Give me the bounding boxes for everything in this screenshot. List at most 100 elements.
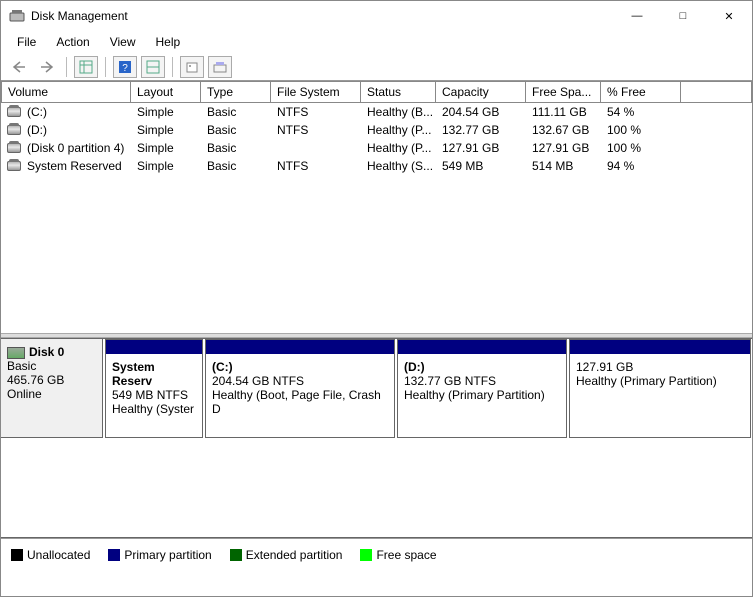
legend-primary: Primary partition [124, 548, 211, 562]
help-icon[interactable]: ? [113, 56, 137, 78]
swatch-extended [230, 549, 242, 561]
disk-icon [7, 347, 25, 359]
toolbar-settings-icon[interactable] [208, 56, 232, 78]
col-layout[interactable]: Layout [131, 81, 201, 103]
drive-icon [7, 161, 21, 171]
disk-state: Online [7, 387, 96, 401]
menu-file[interactable]: File [7, 33, 46, 51]
cell-layout: Simple [131, 141, 201, 155]
partition-name: (C:) [212, 360, 388, 374]
cell-pct: 100 % [601, 123, 681, 137]
col-pctfree[interactable]: % Free [601, 81, 681, 103]
col-capacity[interactable]: Capacity [436, 81, 526, 103]
cell-fs: NTFS [271, 159, 361, 173]
table-row[interactable]: System ReservedSimpleBasicNTFSHealthy (S… [1, 157, 752, 175]
col-volume[interactable]: Volume [1, 81, 131, 103]
disk-map: Disk 0 Basic 465.76 GB Online System Res… [1, 338, 752, 538]
cell-type: Basic [201, 105, 271, 119]
drive-icon [7, 107, 21, 117]
table-row[interactable]: (Disk 0 partition 4)SimpleBasic Healthy (… [1, 139, 752, 157]
partition-size: 127.91 GB [576, 360, 744, 374]
table-row[interactable]: (D:)SimpleBasicNTFSHealthy (P...132.77 G… [1, 121, 752, 139]
cell-name: (Disk 0 partition 4) [1, 141, 131, 155]
partition-status: Healthy (Primary Partition) [404, 388, 560, 402]
cell-type: Basic [201, 123, 271, 137]
swatch-free [360, 549, 372, 561]
partition-bar [106, 340, 202, 354]
legend-free: Free space [376, 548, 436, 562]
partition[interactable]: (D:)132.77 GB NTFSHealthy (Primary Parti… [397, 339, 567, 438]
close-button[interactable]: ✕ [706, 1, 752, 31]
maximize-button[interactable]: □ [660, 1, 706, 31]
legend: Unallocated Primary partition Extended p… [1, 538, 752, 570]
col-filesystem[interactable]: File System [271, 81, 361, 103]
disk-info[interactable]: Disk 0 Basic 465.76 GB Online [1, 339, 103, 438]
col-spacer [681, 81, 752, 103]
cell-status: Healthy (S... [361, 159, 436, 173]
cell-free: 111.11 GB [526, 105, 601, 119]
title-bar: Disk Management — □ ✕ [1, 1, 752, 31]
volume-list: Volume Layout Type File System Status Ca… [1, 81, 752, 333]
partition-size: 204.54 GB NTFS [212, 374, 388, 388]
partition[interactable]: (C:)204.54 GB NTFSHealthy (Boot, Page Fi… [205, 339, 395, 438]
cell-pct: 100 % [601, 141, 681, 155]
svg-text:?: ? [122, 63, 128, 74]
menu-help[interactable]: Help [146, 33, 191, 51]
legend-unallocated: Unallocated [27, 548, 90, 562]
cell-status: Healthy (B... [361, 105, 436, 119]
menu-view[interactable]: View [100, 33, 146, 51]
menu-bar: File Action View Help [1, 31, 752, 53]
partition-name: System Reserv [112, 360, 196, 388]
cell-capacity: 549 MB [436, 159, 526, 173]
cell-status: Healthy (P... [361, 141, 436, 155]
cell-status: Healthy (P... [361, 123, 436, 137]
toolbar: ? [1, 53, 752, 81]
partition-size: 549 MB NTFS [112, 388, 196, 402]
cell-pct: 54 % [601, 105, 681, 119]
column-headers: Volume Layout Type File System Status Ca… [1, 81, 752, 103]
cell-type: Basic [201, 141, 271, 155]
drive-icon [7, 125, 21, 135]
minimize-button[interactable]: — [614, 1, 660, 31]
partition-bar [570, 340, 750, 354]
cell-name: System Reserved [1, 159, 131, 173]
col-freespace[interactable]: Free Spa... [526, 81, 601, 103]
partition[interactable]: 127.91 GBHealthy (Primary Partition) [569, 339, 751, 438]
cell-layout: Simple [131, 123, 201, 137]
cell-fs: NTFS [271, 123, 361, 137]
toolbar-list-icon[interactable] [141, 56, 165, 78]
swatch-primary [108, 549, 120, 561]
col-type[interactable]: Type [201, 81, 271, 103]
col-status[interactable]: Status [361, 81, 436, 103]
cell-capacity: 204.54 GB [436, 105, 526, 119]
partition-status: Healthy (Syster [112, 402, 196, 416]
cell-fs: NTFS [271, 105, 361, 119]
cell-capacity: 132.77 GB [436, 123, 526, 137]
back-button[interactable] [7, 56, 31, 78]
cell-free: 127.91 GB [526, 141, 601, 155]
cell-pct: 94 % [601, 159, 681, 173]
forward-button[interactable] [35, 56, 59, 78]
cell-name: (D:) [1, 123, 131, 137]
disk-label: Disk 0 [29, 345, 64, 359]
toolbar-view-icon[interactable] [74, 56, 98, 78]
partition-bar [398, 340, 566, 354]
menu-action[interactable]: Action [46, 33, 99, 51]
cell-capacity: 127.91 GB [436, 141, 526, 155]
partition-status: Healthy (Boot, Page File, Crash D [212, 388, 388, 416]
partition-size: 132.77 GB NTFS [404, 374, 560, 388]
cell-layout: Simple [131, 105, 201, 119]
partition-status: Healthy (Primary Partition) [576, 374, 744, 388]
cell-type: Basic [201, 159, 271, 173]
window-title: Disk Management [31, 9, 614, 23]
table-row[interactable]: (C:)SimpleBasicNTFSHealthy (B...204.54 G… [1, 103, 752, 121]
partition[interactable]: System Reserv549 MB NTFSHealthy (Syster [105, 339, 203, 438]
toolbar-properties-icon[interactable] [180, 56, 204, 78]
drive-icon [7, 143, 21, 153]
cell-layout: Simple [131, 159, 201, 173]
partition-name: (D:) [404, 360, 560, 374]
app-icon [9, 8, 25, 24]
cell-free: 132.67 GB [526, 123, 601, 137]
cell-name: (C:) [1, 105, 131, 119]
cell-free: 514 MB [526, 159, 601, 173]
